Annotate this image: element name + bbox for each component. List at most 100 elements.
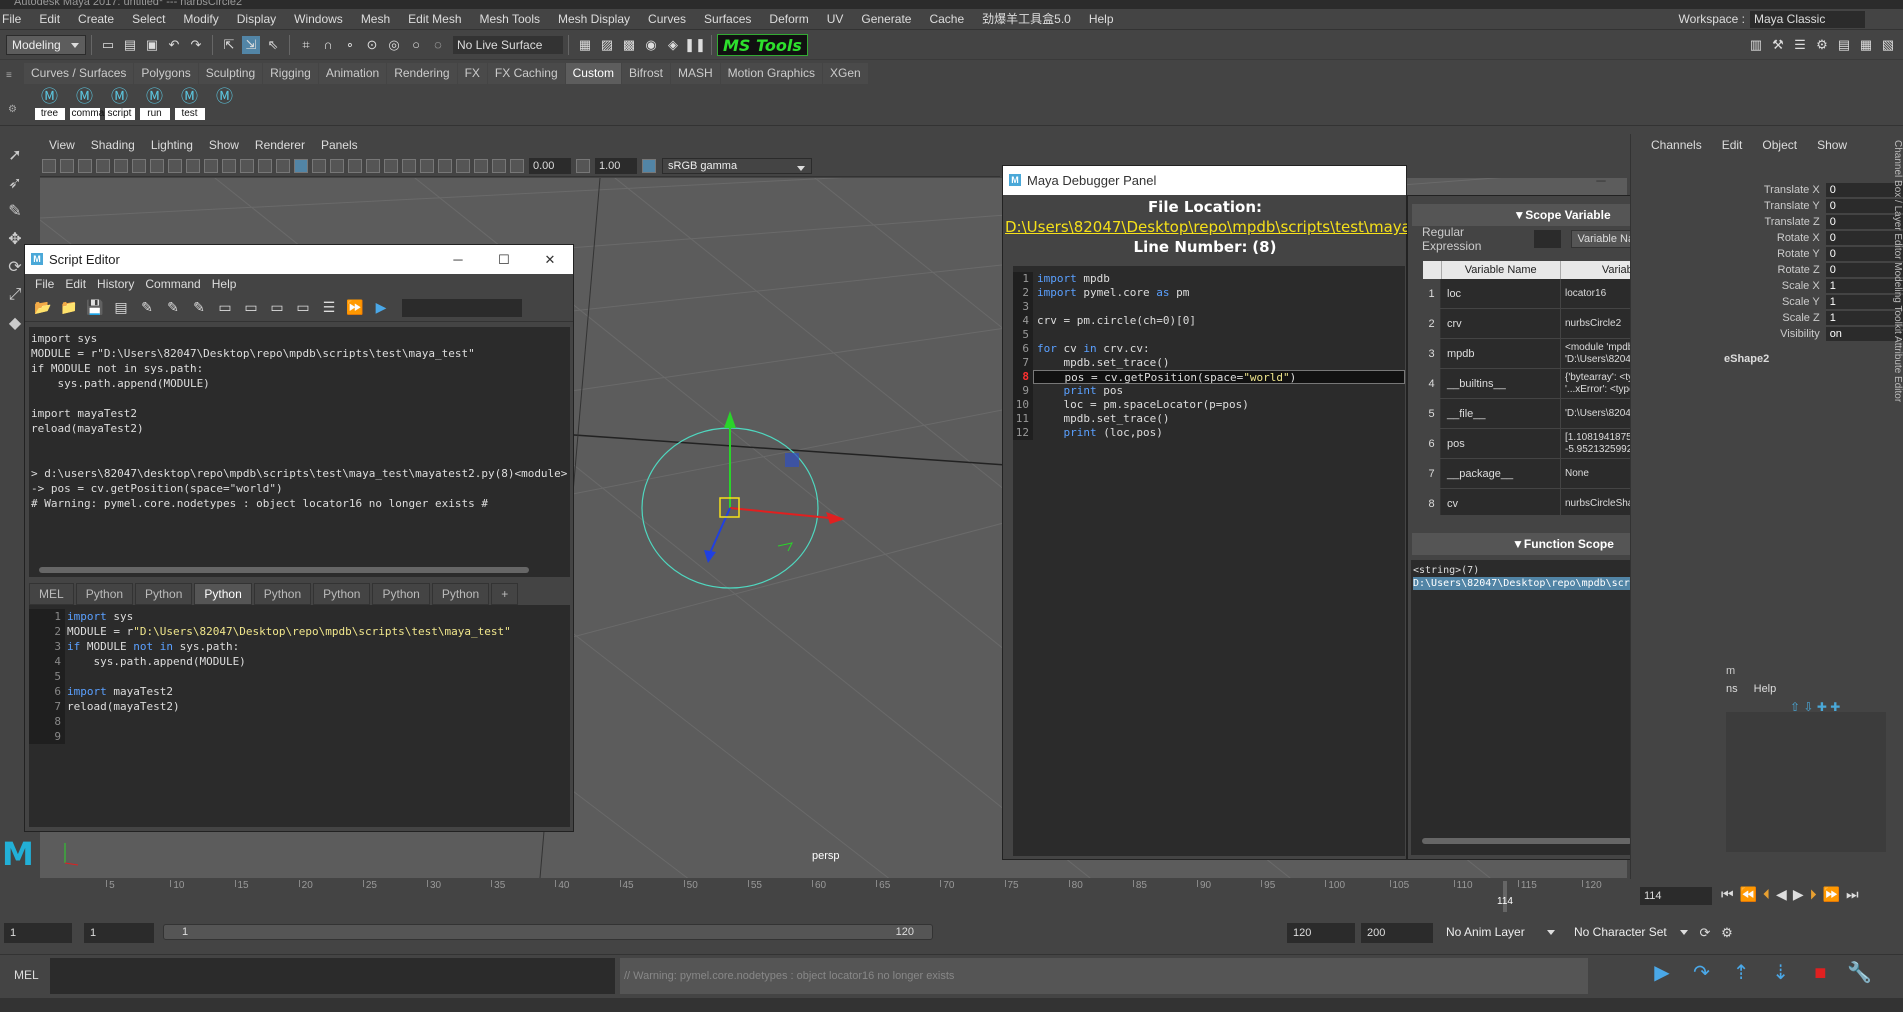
script-tab[interactable]: +	[491, 583, 519, 605]
channel-box-menu[interactable]: Edit	[1712, 134, 1753, 156]
close-button[interactable]: ✕	[527, 245, 573, 274]
panel-layout-icon[interactable]: ▥	[1747, 36, 1765, 54]
shelf-tab[interactable]: FX	[457, 63, 487, 84]
script-editor-menu[interactable]: History	[95, 274, 143, 294]
layer-list[interactable]	[1726, 712, 1886, 852]
menu-10[interactable]: Mesh Display	[549, 9, 639, 30]
channel-box-menu[interactable]: Channels	[1641, 134, 1712, 156]
viewport-menu[interactable]: Shading	[83, 134, 143, 156]
script-editor-history[interactable]: import sys MODULE = r"D:\Users\82047\Desk…	[29, 327, 570, 563]
show-both-icon[interactable]: ▭	[266, 297, 288, 319]
time-slider[interactable]: 5 10 15 20 25 30 35 40 45 50 55 60 65 70 75 80 85 90 95 100…	[40, 880, 1640, 913]
workspace-select[interactable]: Maya Classic	[1750, 11, 1865, 28]
code-line[interactable]: 7 mpdb.set_trace()	[1013, 356, 1405, 370]
shelf-tab[interactable]: Polygons	[134, 63, 198, 84]
antialias-icon[interactable]	[402, 158, 416, 173]
command-language-label[interactable]: MEL	[14, 968, 39, 982]
script-editor-menu[interactable]: Command	[143, 274, 209, 294]
minimize-button[interactable]: ─	[435, 245, 481, 274]
live-surface-field[interactable]: No Live Surface	[453, 35, 563, 54]
snap-surface-icon[interactable]: ◎	[385, 36, 403, 54]
safe-action-icon[interactable]	[240, 158, 254, 173]
menu-15[interactable]: Generate	[852, 9, 920, 30]
hypershade-icon[interactable]: ◈	[664, 36, 682, 54]
select-objects-icon[interactable]: ⇲	[242, 35, 260, 54]
current-frame-field[interactable]: 114	[1640, 887, 1712, 905]
script-tab[interactable]: Python	[431, 583, 490, 605]
layer-editor-tab[interactable]: m	[1726, 665, 1735, 677]
view-transform-dropdown[interactable]: sRGB gamma	[662, 157, 812, 174]
command-input[interactable]	[50, 958, 615, 994]
shelf-item[interactable]: Ⓜtest	[174, 86, 205, 120]
render-frame-icon[interactable]: ▨	[598, 36, 616, 54]
clear-all-icon[interactable]: ✎	[188, 297, 210, 319]
shelf-tab[interactable]: Sculpting	[198, 63, 263, 84]
shelf-tab[interactable]: Rigging	[263, 63, 318, 84]
smooth-shade-icon[interactable]	[294, 158, 308, 173]
preferences-icon[interactable]: ⚙	[1718, 924, 1736, 942]
menu-set-dropdown[interactable]: Modeling	[6, 34, 86, 55]
live-surface-icon[interactable]: ◌	[429, 36, 447, 54]
wireframe-icon[interactable]	[276, 158, 290, 173]
shelf-tab[interactable]: Curves / Surfaces	[24, 63, 134, 84]
channel-box-menu[interactable]: Object	[1752, 134, 1807, 156]
menu-7[interactable]: Mesh	[352, 9, 399, 30]
color-management-icon[interactable]	[642, 158, 656, 173]
code-line[interactable]: 6 for cv in crv.cv:	[1013, 342, 1405, 356]
shelf-tab[interactable]: MASH	[670, 63, 720, 84]
toggle-tool-settings-icon[interactable]: ⚙	[1813, 36, 1831, 54]
lasso-tool-icon[interactable]: ➶	[2, 170, 28, 196]
script-editor-titlebar[interactable]: M Script Editor ─ ☐ ✕	[25, 245, 573, 274]
open-scene-icon[interactable]: ▤	[121, 36, 139, 54]
code-line[interactable]: 5	[1013, 328, 1405, 342]
field-chart-icon[interactable]	[222, 158, 236, 173]
show-input-icon[interactable]: ▭	[240, 297, 262, 319]
xray-active-icon[interactable]	[492, 158, 506, 173]
channel-row[interactable]: Translate X0	[1729, 182, 1903, 198]
settings-wrench-icon[interactable]: 🔧	[1843, 960, 1877, 985]
render-view-icon[interactable]: ▦	[576, 36, 594, 54]
script-tab[interactable]: Python	[313, 583, 371, 605]
menu-11[interactable]: Curves	[639, 9, 695, 30]
history-scrollbar[interactable]	[29, 563, 570, 577]
bookmark-icon[interactable]	[78, 158, 92, 173]
film-gate-icon[interactable]	[168, 158, 182, 173]
shadows-icon[interactable]	[348, 158, 362, 173]
side-tabs[interactable]: Channel Box / Layer Editor Modeling Tool…	[1890, 140, 1903, 880]
shelf-menu-icon[interactable]: ≡	[6, 70, 12, 81]
paint-select-icon[interactable]: ✎	[2, 198, 28, 224]
camera-attr-icon[interactable]	[60, 158, 74, 173]
select-hierarchy-icon[interactable]: ⇱	[220, 36, 238, 54]
start-time-field[interactable]: 1	[4, 922, 72, 943]
code-line[interactable]: 3	[1013, 300, 1405, 314]
script-tab[interactable]: Python	[253, 583, 312, 605]
menu-12[interactable]: Surfaces	[695, 9, 760, 30]
playback-start-field[interactable]: 1	[84, 922, 154, 943]
image-plane-icon[interactable]	[96, 158, 110, 173]
channel-row[interactable]: Rotate Z0	[1729, 262, 1903, 278]
camera-select-icon[interactable]	[42, 158, 56, 173]
grease-pencil-icon[interactable]	[132, 158, 146, 173]
minimize-button[interactable]: ─	[1578, 166, 1624, 195]
textured-icon[interactable]	[312, 158, 326, 173]
code-line[interactable]: 4 crv = pm.circle(ch=0)[0]	[1013, 314, 1405, 328]
stop-icon[interactable]: ■	[1803, 962, 1837, 985]
step-over-icon[interactable]: ↷	[1685, 960, 1719, 985]
auto-key-icon[interactable]: ⟳	[1696, 924, 1714, 942]
shelf-item[interactable]: Ⓜ	[209, 86, 240, 120]
debugger-code-view[interactable]: 1 import mpdb 2 import pymel.core as pm 3 4 cr…	[1013, 266, 1405, 856]
play-forward-icon[interactable]: ▶	[1793, 886, 1804, 903]
step-forward-icon[interactable]: ⏵	[1810, 886, 1817, 903]
viewport-menu[interactable]: Renderer	[247, 134, 313, 156]
viewport-menu[interactable]: View	[41, 134, 83, 156]
source-script-icon[interactable]: 📁	[58, 297, 80, 319]
isolate-select-icon[interactable]	[438, 158, 452, 173]
menu-9[interactable]: Mesh Tools	[471, 9, 549, 30]
xray-joints-icon[interactable]	[474, 158, 488, 173]
menu-4[interactable]: Modify	[174, 9, 227, 30]
render-settings-icon[interactable]: ◉	[642, 36, 660, 54]
anim-layer-dropdown[interactable]: No Anim Layer	[1441, 922, 1561, 943]
script-tab[interactable]: MEL	[29, 583, 74, 605]
exposure-icon[interactable]	[510, 158, 524, 173]
script-editor-menu[interactable]: Help	[210, 274, 246, 294]
